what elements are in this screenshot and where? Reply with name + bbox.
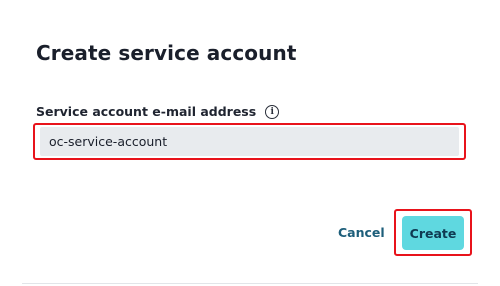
create-button[interactable]: Create <box>402 216 464 250</box>
email-field-label-row: Service account e-mail address i <box>36 103 280 121</box>
cancel-button[interactable]: Cancel <box>330 221 393 244</box>
service-account-email-input[interactable] <box>40 127 459 156</box>
footer-divider <box>22 283 478 284</box>
dialog-title: Create service account <box>36 41 297 65</box>
email-field-label: Service account e-mail address <box>36 104 257 119</box>
create-service-account-dialog: Create service account Service account e… <box>0 0 500 286</box>
info-icon[interactable]: i <box>265 105 280 119</box>
